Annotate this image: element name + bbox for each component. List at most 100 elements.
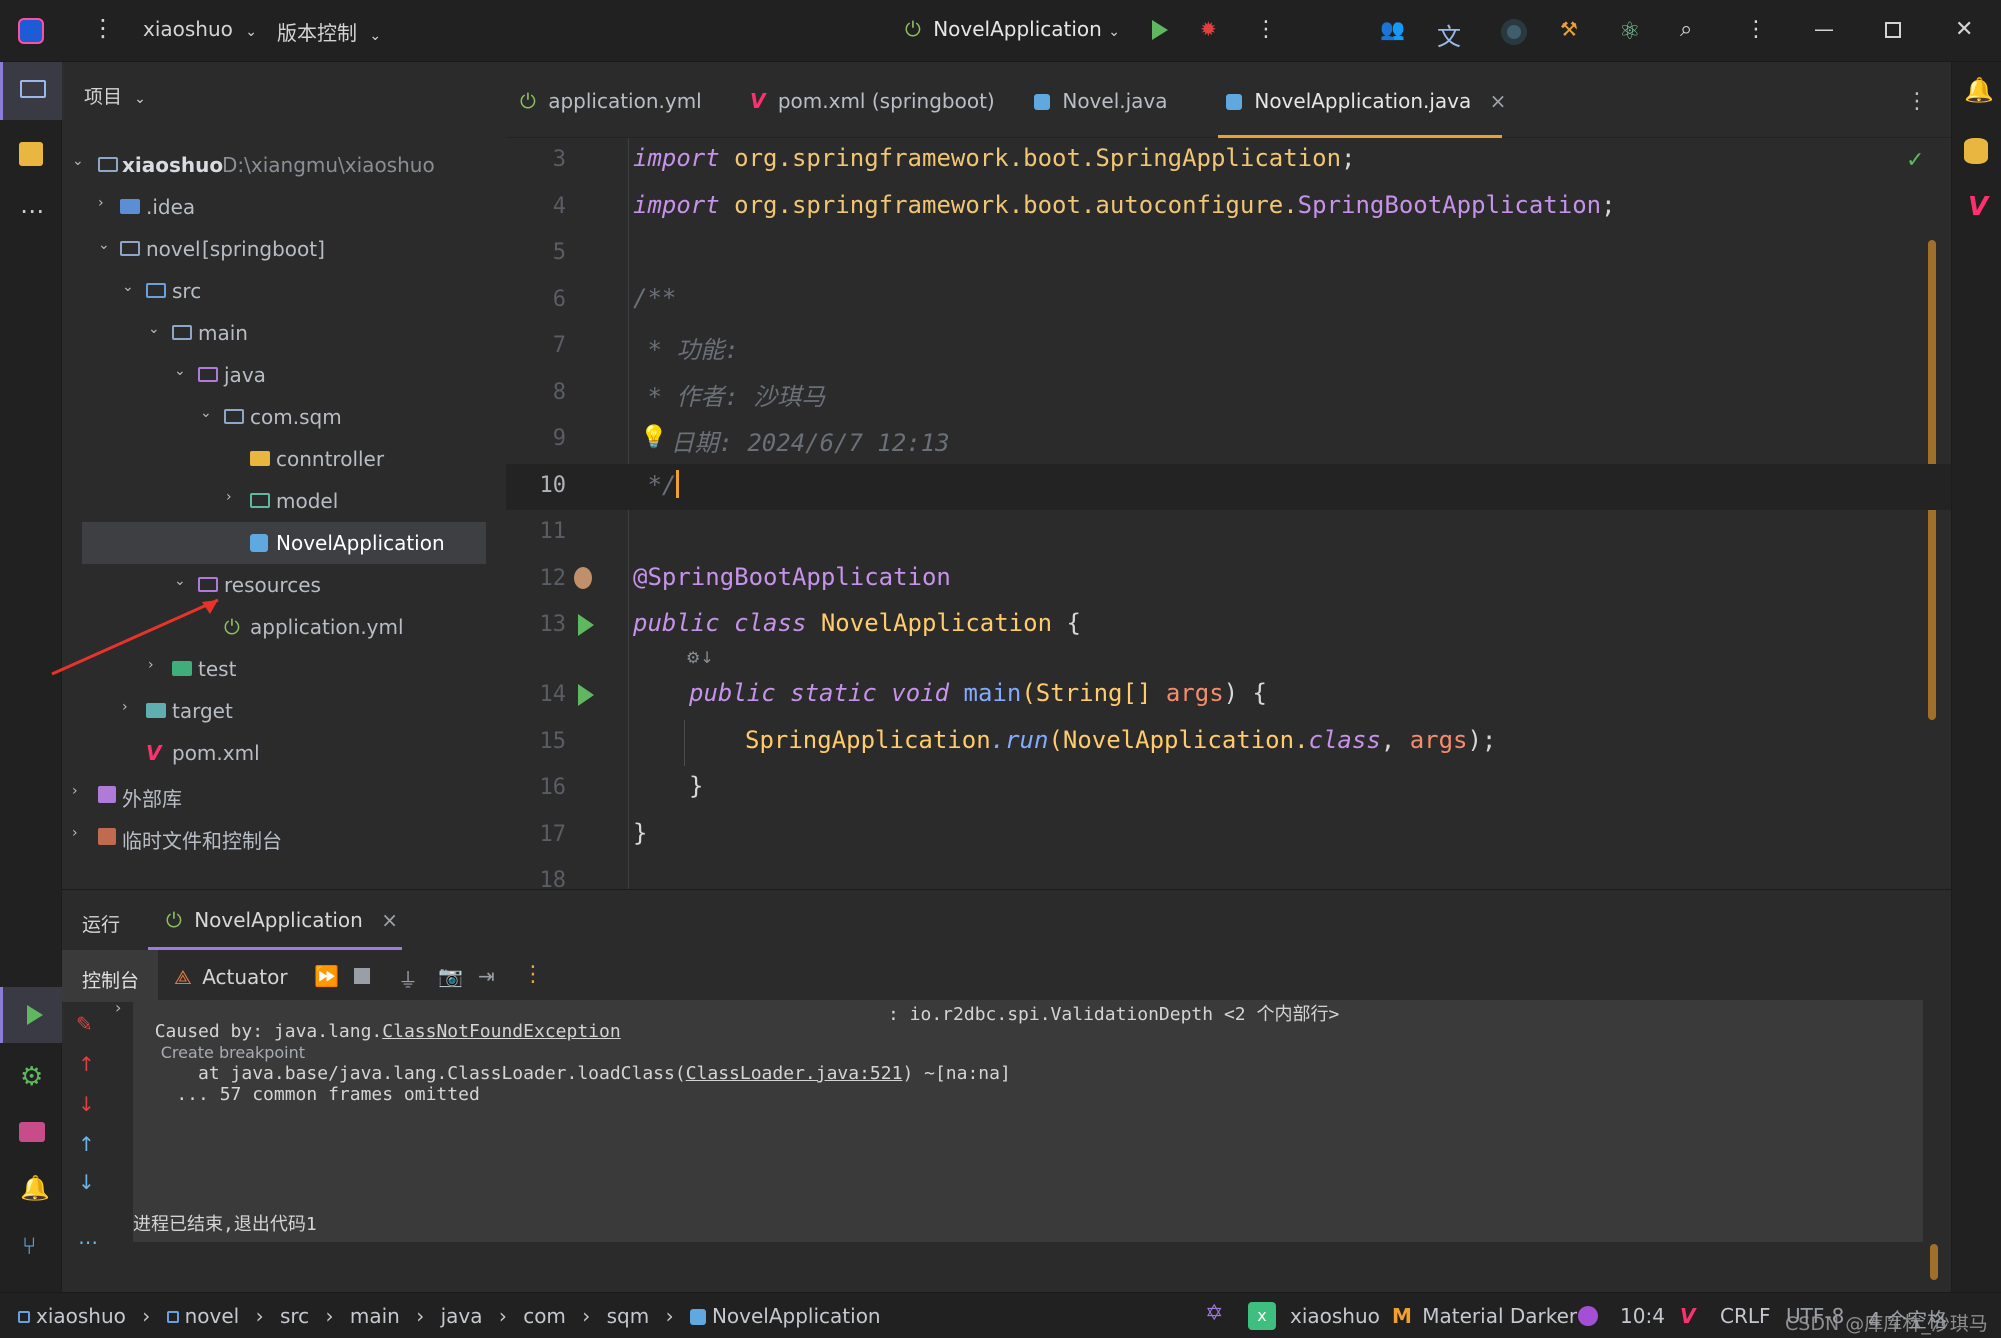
run-gutter-icon[interactable] bbox=[578, 614, 594, 636]
theme-color-icon[interactable] bbox=[1578, 1306, 1598, 1326]
plug-icon[interactable]: ⏚ bbox=[398, 964, 418, 993]
notifications-icon[interactable]: 🔔 bbox=[1964, 76, 1994, 104]
chevron-down-icon: ⌄ bbox=[134, 91, 146, 107]
breadcrumb-item[interactable]: main bbox=[350, 1304, 400, 1328]
bean-icon[interactable] bbox=[574, 566, 592, 589]
scroll-up-icon[interactable]: ↑ bbox=[78, 1132, 95, 1156]
breadcrumb-item[interactable]: src bbox=[280, 1304, 309, 1328]
atom-icon[interactable]: ⚛ bbox=[1619, 17, 1641, 45]
project-tool-button[interactable] bbox=[0, 62, 62, 120]
rerun-icon[interactable]: ⏩ bbox=[314, 964, 339, 988]
more-tools-icon[interactable]: ⋯ bbox=[20, 197, 44, 225]
camera-icon[interactable]: 📷 bbox=[438, 964, 463, 988]
console-scrollbar[interactable] bbox=[1930, 1244, 1938, 1280]
collab-icon[interactable]: 👥 bbox=[1380, 17, 1405, 41]
tree-row-java[interactable]: ⌄ java bbox=[62, 354, 506, 396]
status-theme[interactable]: M Material Darker bbox=[1392, 1304, 1577, 1328]
up-stack-icon[interactable]: ↑ bbox=[78, 1052, 95, 1076]
console-line-at: at java.base/java.lang.ClassLoader.loadC… bbox=[133, 1042, 1011, 1084]
breadcrumb-item[interactable]: java bbox=[441, 1304, 483, 1328]
structure-icon[interactable] bbox=[19, 142, 43, 166]
run-tab-close-icon[interactable]: × bbox=[381, 908, 398, 932]
console-expand-icon[interactable]: › bbox=[115, 998, 121, 1017]
tree-row-xiaoshuo[interactable]: ⌄ xiaoshuo D:\xiangmu\xiaoshuo bbox=[62, 144, 506, 186]
stack-trace-link[interactable]: ClassLoader.java:521 bbox=[686, 1063, 903, 1084]
terminal-icon[interactable] bbox=[19, 1122, 45, 1142]
breadcrumb-item[interactable]: NovelApplication bbox=[689, 1304, 881, 1328]
breadcrumb-item[interactable]: sqm bbox=[607, 1304, 650, 1328]
argument: args bbox=[1409, 725, 1468, 754]
more-console-icon[interactable]: ⋯ bbox=[78, 1230, 98, 1254]
stop-icon[interactable] bbox=[354, 968, 370, 984]
tab-application-yml[interactable]: ⏻ application.yml bbox=[520, 62, 726, 138]
problems-icon[interactable]: 🔔 bbox=[20, 1174, 50, 1202]
tree-row-novelapplication[interactable]: NovelApplication bbox=[82, 522, 486, 564]
debug-icon[interactable]: ✹ bbox=[1200, 17, 1217, 41]
tree-row-conntroller[interactable]: conntroller bbox=[62, 438, 506, 480]
console-more-icon[interactable]: ⋮ bbox=[522, 962, 544, 987]
run-gutter-icon[interactable] bbox=[578, 684, 594, 706]
build-tools-icon[interactable]: ⚒ bbox=[1560, 17, 1578, 41]
record-icon[interactable] bbox=[1501, 19, 1527, 45]
tree-row-pom[interactable]: V pom.xml bbox=[62, 732, 506, 774]
code-line-17: 17 } bbox=[506, 813, 1951, 860]
tree-row-com-sqm[interactable]: ⌄ com.sqm bbox=[62, 396, 506, 438]
code-editor[interactable]: ✓ 3 import org.springframework.boot.Spri… bbox=[506, 138, 1951, 889]
breadcrumb-item[interactable]: novel bbox=[166, 1304, 239, 1328]
minimize-icon[interactable]: — bbox=[1814, 17, 1834, 41]
more-actions-icon[interactable]: ⋮ bbox=[1255, 17, 1277, 42]
tree-row-src[interactable]: ⌄ src bbox=[62, 270, 506, 312]
run-tab-novelapplication[interactable]: ⏻ NovelApplication × bbox=[148, 890, 402, 950]
main-menu-icon[interactable]: ⋮ bbox=[91, 14, 115, 42]
module-icon bbox=[166, 1311, 179, 1323]
run-config-selector[interactable]: ⏻ NovelApplication ⌄ bbox=[905, 17, 1120, 41]
ai-icon[interactable]: ✡ bbox=[1205, 1301, 1223, 1326]
run-tool-button[interactable] bbox=[0, 987, 62, 1043]
git-icon[interactable]: ⑂ bbox=[22, 1232, 36, 1260]
tree-row-novel[interactable]: ⌄ novel [springboot] bbox=[62, 228, 506, 270]
punctuation: ); bbox=[1467, 725, 1497, 754]
tab-options-icon[interactable]: ⋮ bbox=[1906, 62, 1936, 138]
tree-path: D:\xiangmu\xiaoshuo bbox=[222, 153, 435, 177]
run-icon[interactable] bbox=[1152, 20, 1168, 40]
project-switcher[interactable]: xiaoshuo ⌄ bbox=[143, 17, 257, 41]
tree-row-external-libs[interactable]: › 外部库 bbox=[62, 774, 506, 816]
line-number: 14 bbox=[539, 682, 567, 707]
keyword: public class bbox=[633, 609, 807, 637]
tab-actuator[interactable]: ⟁ Actuator bbox=[174, 965, 288, 989]
project-panel-header[interactable]: 项目 ⌄ bbox=[84, 82, 146, 109]
console-toolbar: 控制台 ⟁ Actuator ⏩ ⏚ 📷 ⇥ ⋮ bbox=[62, 950, 1951, 1002]
search-icon[interactable]: ⌕ bbox=[1680, 17, 1692, 42]
vcs-menu[interactable]: 版本控制 ⌄ bbox=[277, 17, 381, 46]
tab-novel-java[interactable]: Novel.java bbox=[1034, 62, 1190, 138]
close-icon[interactable]: ✕ bbox=[1955, 17, 1973, 42]
maven-status-icon[interactable]: V bbox=[1680, 1304, 1695, 1328]
scroll-down-icon[interactable]: ↓ bbox=[78, 1170, 95, 1194]
breadcrumb-item[interactable]: com bbox=[523, 1304, 566, 1328]
tree-row-main[interactable]: ⌄ main bbox=[62, 312, 506, 354]
database-icon[interactable] bbox=[1964, 138, 1988, 164]
tab-console[interactable]: 控制台 bbox=[62, 950, 158, 1002]
settings-icon[interactable]: ⋮ bbox=[1745, 17, 1767, 42]
status-project[interactable]: xiaoshuo bbox=[1290, 1304, 1380, 1328]
tree-row-scratches[interactable]: › 临时文件和控制台 bbox=[62, 816, 506, 858]
maximize-icon[interactable] bbox=[1885, 22, 1901, 38]
tab-close-icon[interactable]: × bbox=[1490, 89, 1507, 113]
exit-icon[interactable]: ⇥ bbox=[478, 964, 495, 988]
exception-link[interactable]: ClassNotFoundException bbox=[382, 1021, 620, 1042]
clear-icon[interactable]: ✎ bbox=[76, 1012, 93, 1036]
status-cursor-position[interactable]: 10:4 bbox=[1620, 1304, 1665, 1328]
maven-tool-icon[interactable]: V bbox=[1968, 192, 1988, 222]
translate-icon[interactable]: 文 bbox=[1437, 17, 1461, 52]
app-logo-icon[interactable] bbox=[18, 18, 44, 44]
tree-row-target[interactable]: › target bbox=[62, 690, 506, 732]
services-icon[interactable]: ⚙ bbox=[20, 1062, 43, 1092]
tree-row-idea[interactable]: › .idea bbox=[62, 186, 506, 228]
down-stack-icon[interactable]: ↓ bbox=[78, 1092, 95, 1116]
tab-pom-xml[interactable]: V pom.xml (springboot) bbox=[750, 62, 1010, 138]
spring-class-icon bbox=[250, 534, 268, 552]
breadcrumb-item[interactable]: xiaoshuo bbox=[18, 1304, 126, 1328]
tab-novelapplication-java[interactable]: NovelApplication.java × bbox=[1218, 62, 1506, 138]
tree-row-model[interactable]: › model bbox=[62, 480, 506, 522]
status-line-separator[interactable]: CRLF bbox=[1720, 1304, 1771, 1328]
